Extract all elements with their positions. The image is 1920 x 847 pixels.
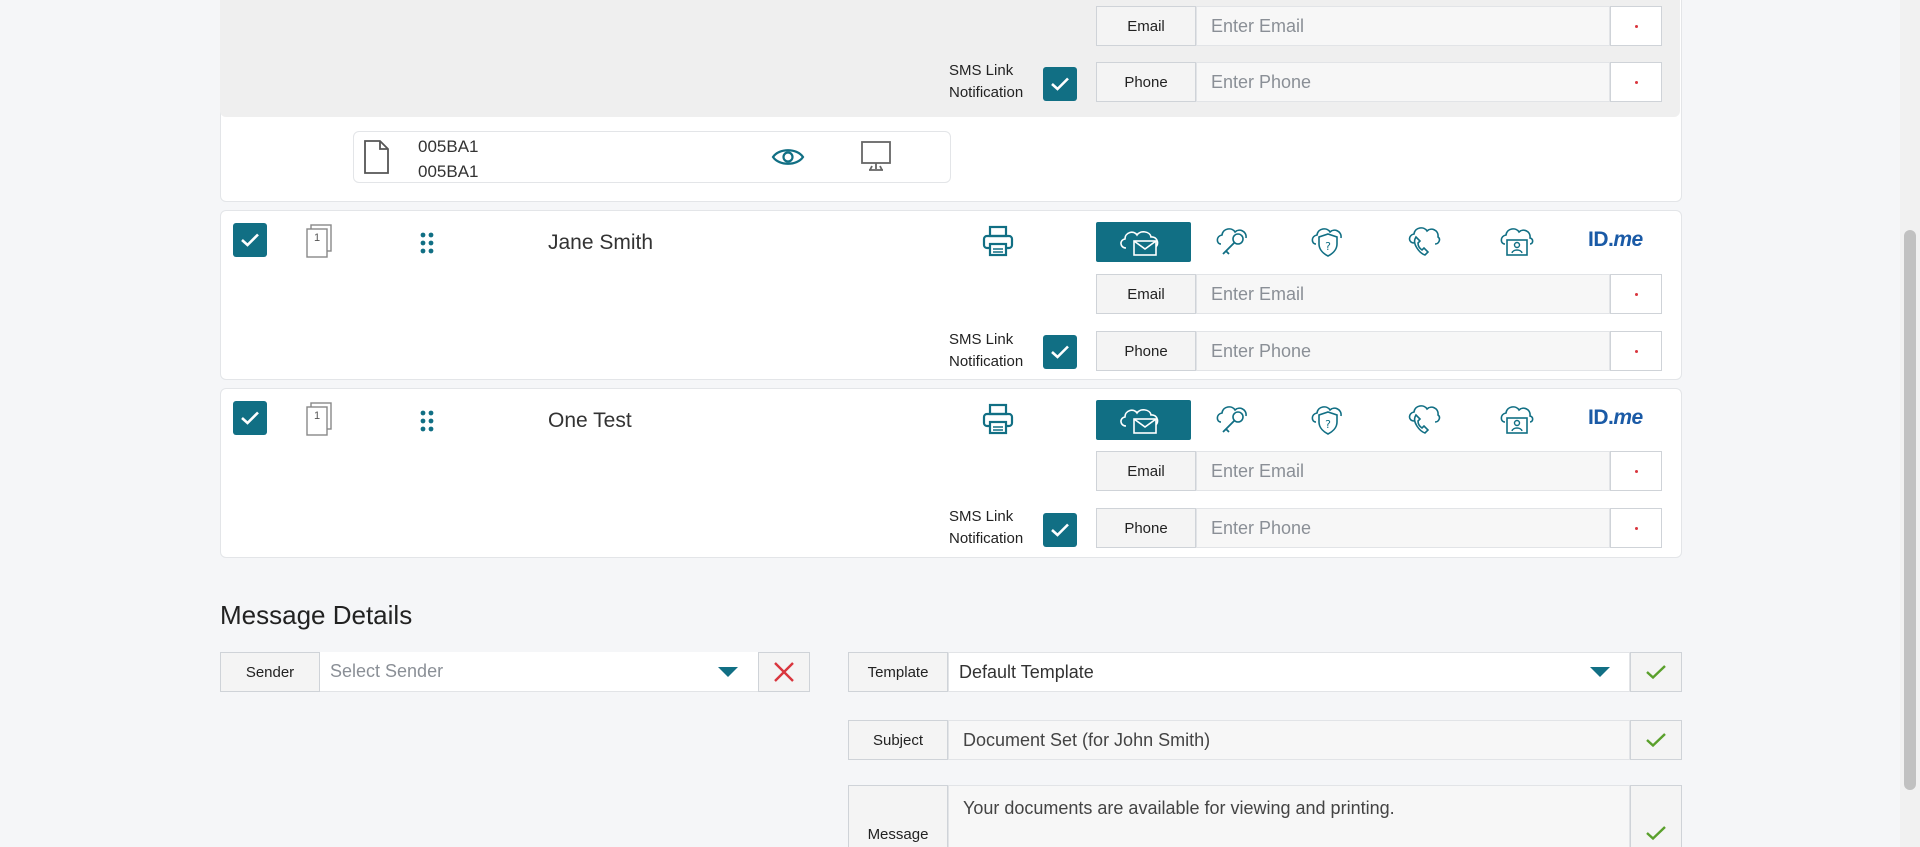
chevron-down-icon[interactable] bbox=[714, 662, 742, 682]
sms-label-line2: Notification bbox=[949, 530, 1024, 547]
printer-icon[interactable] bbox=[978, 222, 1018, 260]
cloud-phone-icon[interactable] bbox=[1403, 222, 1443, 260]
phone-input[interactable]: Enter Phone bbox=[1196, 508, 1610, 548]
document-name: 005BA1 005BA1 bbox=[418, 134, 479, 184]
phone-input[interactable]: Enter Phone bbox=[1196, 62, 1610, 102]
document-icon bbox=[360, 136, 392, 178]
sms-link-notification-label: SMS Link Notification bbox=[949, 60, 1023, 104]
page-count-badge: 1 bbox=[314, 410, 321, 422]
message-value: Your documents are available for viewing… bbox=[963, 798, 1395, 818]
check-icon bbox=[241, 411, 259, 425]
phone-required-indicator bbox=[1610, 62, 1662, 102]
cloud-id-card-icon[interactable] bbox=[1497, 222, 1537, 260]
idme-text-italic: me bbox=[1613, 228, 1643, 251]
email-input[interactable]: Enter Email bbox=[1196, 451, 1610, 491]
check-icon bbox=[1051, 77, 1069, 91]
svg-text:?: ? bbox=[1325, 418, 1331, 431]
page-count-badge: 1 bbox=[314, 232, 321, 244]
recipient-name: One Test bbox=[548, 409, 632, 432]
sms-link-notification-label: SMS Link Notification bbox=[949, 329, 1023, 373]
message-valid-indicator bbox=[1630, 785, 1682, 847]
cloud-email-delivery-button[interactable] bbox=[1096, 400, 1191, 440]
drag-handle-icon[interactable] bbox=[412, 406, 442, 436]
email-required-indicator bbox=[1610, 274, 1662, 314]
sms-link-notification-label: SMS Link Notification bbox=[949, 506, 1023, 550]
recipient-select-checkbox[interactable] bbox=[233, 223, 267, 257]
cloud-phone-icon[interactable] bbox=[1403, 400, 1443, 438]
sms-notification-checkbox[interactable] bbox=[1043, 513, 1077, 547]
subject-label: Subject bbox=[848, 720, 948, 760]
template-value: Default Template bbox=[959, 661, 1094, 682]
cloud-key-icon[interactable] bbox=[1213, 400, 1253, 438]
email-required-indicator bbox=[1610, 451, 1662, 491]
document-id-line1: 005BA1 bbox=[418, 137, 479, 156]
phone-required-indicator bbox=[1610, 331, 1662, 371]
cloud-email-delivery-button[interactable] bbox=[1096, 222, 1191, 262]
sms-notification-checkbox[interactable] bbox=[1043, 335, 1077, 369]
phone-label: Phone bbox=[1096, 508, 1196, 548]
check-icon bbox=[1051, 345, 1069, 359]
sms-label-line1: SMS Link bbox=[949, 508, 1014, 525]
template-valid-indicator bbox=[1630, 652, 1682, 692]
sender-placeholder: Select Sender bbox=[330, 661, 444, 681]
cloud-shield-question-icon[interactable]: ? bbox=[1308, 222, 1348, 260]
phone-label: Phone bbox=[1096, 62, 1196, 102]
phone-required-indicator bbox=[1610, 508, 1662, 548]
check-icon bbox=[1646, 733, 1666, 748]
cloud-mail-icon bbox=[1120, 409, 1159, 434]
check-icon bbox=[1646, 665, 1666, 680]
email-label: Email bbox=[1096, 274, 1196, 314]
email-required-indicator bbox=[1610, 6, 1662, 46]
check-icon bbox=[1646, 826, 1666, 841]
subject-valid-indicator bbox=[1630, 720, 1682, 760]
template-select[interactable]: Default Template bbox=[948, 652, 1630, 692]
document-id-line2: 005BA1 bbox=[418, 162, 479, 181]
cloud-mail-icon bbox=[1120, 231, 1159, 256]
idme-logo[interactable]: ID.me bbox=[1588, 406, 1643, 430]
sender-label: Sender bbox=[220, 652, 320, 692]
close-icon bbox=[774, 662, 794, 682]
check-icon bbox=[1051, 523, 1069, 537]
email-label: Email bbox=[1096, 6, 1196, 46]
sender-select[interactable]: Select Sender bbox=[320, 652, 758, 692]
clear-sender-button[interactable] bbox=[758, 652, 810, 692]
template-label: Template bbox=[848, 652, 948, 692]
monitor-icon[interactable] bbox=[858, 138, 894, 174]
message-details-title: Message Details bbox=[220, 600, 413, 630]
cloud-key-icon[interactable] bbox=[1213, 222, 1253, 260]
recipient-name: Jane Smith bbox=[548, 231, 654, 254]
cloud-id-card-icon[interactable] bbox=[1497, 400, 1537, 438]
drag-handle-icon[interactable] bbox=[412, 228, 442, 258]
message-label: Message bbox=[848, 785, 948, 847]
sms-label-line2: Notification bbox=[949, 353, 1024, 370]
email-input[interactable]: Enter Email bbox=[1196, 6, 1610, 46]
idme-logo[interactable]: ID.me bbox=[1588, 228, 1643, 252]
svg-text:?: ? bbox=[1325, 240, 1331, 253]
sms-label-line2: Notification bbox=[949, 84, 1024, 101]
check-icon bbox=[241, 233, 259, 247]
idme-text: ID. bbox=[1588, 228, 1614, 251]
sms-notification-checkbox[interactable] bbox=[1043, 67, 1077, 101]
phone-input[interactable]: Enter Phone bbox=[1196, 331, 1610, 371]
idme-text: ID. bbox=[1588, 406, 1614, 429]
recipient-select-checkbox[interactable] bbox=[233, 401, 267, 435]
printer-icon[interactable] bbox=[978, 400, 1018, 438]
chevron-down-icon[interactable] bbox=[1586, 662, 1614, 682]
sms-label-line1: SMS Link bbox=[949, 62, 1014, 79]
sms-label-line1: SMS Link bbox=[949, 331, 1014, 348]
message-textarea[interactable]: Your documents are available for viewing… bbox=[948, 785, 1630, 847]
phone-label: Phone bbox=[1096, 331, 1196, 371]
idme-text-italic: me bbox=[1613, 406, 1643, 429]
email-input[interactable]: Enter Email bbox=[1196, 274, 1610, 314]
email-label: Email bbox=[1096, 451, 1196, 491]
scrollbar-thumb[interactable] bbox=[1904, 230, 1916, 790]
subject-value: Document Set (for John Smith) bbox=[963, 729, 1211, 750]
subject-input[interactable]: Document Set (for John Smith) bbox=[948, 720, 1630, 760]
eye-icon[interactable] bbox=[770, 142, 806, 172]
cloud-shield-question-icon[interactable]: ? bbox=[1308, 400, 1348, 438]
